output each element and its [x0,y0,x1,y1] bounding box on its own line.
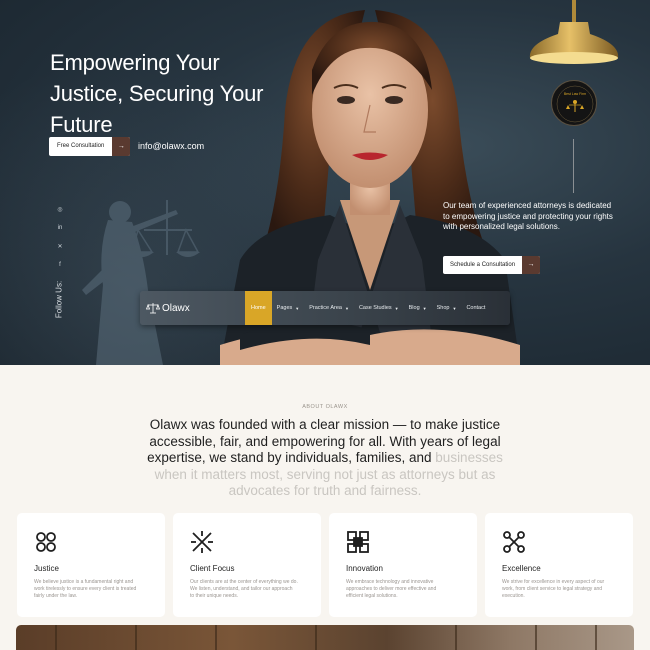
nav-item-practice-area[interactable]: Practice Area ▼ [304,291,354,325]
email-link[interactable]: info@olawx.com [138,141,204,151]
innovation-icon [347,531,369,553]
nav-item-label: Practice Area [309,305,342,311]
card-description: We believe justice is a fundamental righ… [34,579,137,599]
value-card-innovation: Innovation We embrace technology and inn… [329,513,477,617]
badge-text: Best Law Firm [564,92,586,96]
chevron-down-icon: ▼ [452,305,457,311]
social-links: ◎ in ✕ f [56,206,64,280]
nav-item-label: Case Studies [358,305,392,311]
nav-item-case-studies[interactable]: Case Studies ▼ [354,291,404,325]
chevron-down-icon: ▼ [394,305,399,311]
about-text: Olawx was founded with a clear mission —… [135,417,515,500]
schedule-consultation-label: Schedule a Consultation [450,262,516,268]
hero-section: Empowering Your Justice, Securing Your F… [0,0,650,365]
card-description: We strive for excellence in every aspect… [502,579,605,599]
pendant-lamp-image [529,0,619,64]
card-title: Client Focus [190,564,235,573]
x-icon[interactable]: ✕ [56,243,64,250]
nav-item-label: Contact [466,305,486,311]
chevron-down-icon: ▼ [295,305,300,311]
excellence-icon [503,531,525,553]
follow-us-label: Follow Us: [54,280,64,319]
justice-icon [36,532,56,552]
nav-item-label: Home [251,305,266,311]
nav-item-pages[interactable]: Pages ▼ [272,291,305,325]
card-description: Our clients are at the center of everyth… [190,579,298,599]
instagram-icon[interactable]: ◎ [56,206,64,213]
main-navigation: Olawx Home Pages ▼ Practice Area ▼ Case St… [140,291,510,325]
card-title: Justice [34,564,59,573]
card-title: Innovation [346,564,383,573]
brand-name: Olawx [162,302,190,314]
nav-item-label: Shop [436,305,450,311]
free-consultation-button[interactable]: Free Consultation → [49,137,131,156]
linkedin-icon[interactable]: in [56,225,64,231]
value-card-client-focus: Client Focus Our clients are at the cent… [173,513,321,617]
nav-item-home[interactable]: Home [245,291,272,325]
award-badge: Best Law Firm [551,80,597,126]
nav-item-contact[interactable]: Contact [461,291,490,325]
nav-item-shop[interactable]: Shop ▼ [432,291,462,325]
hero-title: Empowering Your Justice, Securing Your F… [50,50,264,137]
divider-line [573,139,574,193]
nav-item-blog[interactable]: Blog ▼ [404,291,432,325]
value-card-justice: Justice We believe justice is a fundamen… [17,513,165,617]
scales-logo-icon [146,303,160,314]
free-consultation-label: Free Consultation [57,143,105,149]
arrow-right-icon: → [112,137,131,156]
nav-item-label: Pages [276,305,293,311]
card-title: Excellence [502,564,541,573]
chevron-down-icon: ▼ [344,305,349,311]
card-description: We embrace technology and innovative app… [346,579,437,599]
hero-description: Our team of experienced attorneys is ded… [443,201,613,231]
chevron-down-icon: ▼ [422,305,427,311]
value-card-excellence: Excellence We strive for excellence in e… [485,513,633,617]
office-interior-image [16,625,634,650]
schedule-consultation-button[interactable]: Schedule a Consultation → [443,256,541,274]
lady-justice-statue-image [82,200,200,365]
nav-item-label: Blog [408,305,420,311]
arrow-right-icon: → [522,256,541,274]
facebook-icon[interactable]: f [56,262,64,268]
brand-logo[interactable]: Olawx [140,301,245,315]
about-section-label: ABOUT OLAWX [302,404,348,410]
client-focus-icon [191,531,213,553]
